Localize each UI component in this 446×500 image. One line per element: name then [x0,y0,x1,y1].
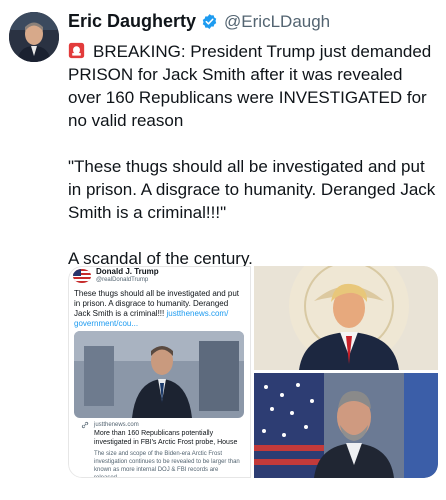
card-domain: justthenews.com [94,422,139,428]
tweet-paragraph-1: BREAKING: President Trump just demanded … [68,42,432,130]
media-grid[interactable]: Donald J. Trump @realDonaldTrump These t… [68,266,438,478]
embedded-avatar [73,269,91,283]
author-handle[interactable]: @EricLDaugh [224,12,330,32]
embedded-author-handle: @realDonaldTrump [96,277,149,283]
tweet-header: Eric Daugherty @EricLDaugh [68,11,330,32]
media-photo-3[interactable] [254,373,438,478]
police-light-icon [68,42,85,59]
verified-badge-icon [202,14,217,29]
embedded-card-photo [74,331,244,418]
tweet-text: BREAKING: President Trump just demanded … [68,40,436,270]
embedded-author-name: Donald J. Trump [96,267,159,276]
embedded-post-text: These thugs should all be investigated a… [74,289,244,329]
link-icon [81,421,89,429]
card-headline: More than 160 Republicans potentially in… [94,430,238,446]
tweet-paragraph-2: "These thugs should all be investigated … [68,157,436,222]
author-name[interactable]: Eric Daugherty [68,11,196,32]
avatar[interactable] [9,12,59,62]
embedded-post-screenshot[interactable]: Donald J. Trump @realDonaldTrump These t… [68,266,251,478]
card-description: The size and scope of the Biden-era Arct… [94,451,240,478]
media-photo-2[interactable] [254,266,438,370]
